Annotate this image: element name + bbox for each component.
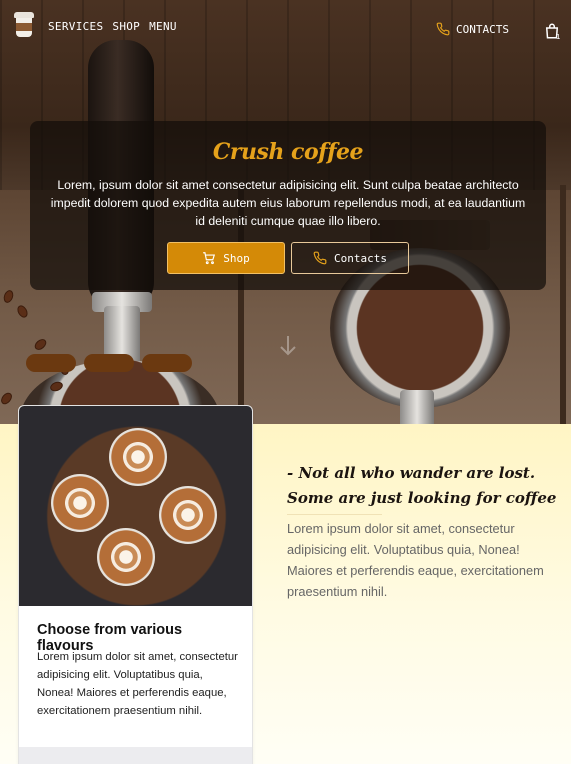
portafilter-neck-right (400, 390, 434, 424)
plank-gap (560, 185, 566, 424)
arrow-down-icon[interactable] (279, 334, 297, 356)
nav-contacts-label: CONTACTS (456, 22, 509, 36)
shop-button-label: Shop (223, 251, 250, 265)
feature-quote: - Not all who wander are lost. Some are … (287, 464, 557, 507)
phone-icon (313, 251, 327, 265)
contacts-button[interactable]: Contacts (291, 242, 409, 274)
latte-cup (51, 474, 109, 532)
shop-button[interactable]: Shop (167, 242, 285, 274)
hero-description: Lorem, ipsum dolor sit amet consectetur … (50, 178, 526, 228)
card-action-pill[interactable] (84, 354, 134, 372)
cart-count-badge: 1 (556, 33, 561, 41)
card-action-pill[interactable] (142, 354, 192, 372)
card-action-pill[interactable] (26, 354, 76, 372)
latte-art-image (19, 406, 252, 606)
nav-links: SERVICES SHOP MENU (48, 20, 177, 33)
contacts-button-label: Contacts (334, 251, 387, 265)
top-nav: SERVICES SHOP MENU CONTACTS 1 (0, 0, 571, 58)
latte-cup (159, 486, 217, 544)
hero-title: Crush coffee (212, 139, 364, 165)
feature-text: Lorem ipsum dolor sit amet, consectetur … (287, 521, 544, 599)
coffee-cup-logo-icon[interactable] (14, 10, 34, 38)
nav-link-menu[interactable]: MENU (149, 20, 177, 33)
hero-card: Crush coffee Lorem, ipsum dolor sit amet… (30, 121, 546, 290)
nav-link-shop[interactable]: SHOP (112, 20, 140, 33)
card-text: Lorem ipsum dolor sit amet, consectetur … (37, 651, 238, 717)
nav-contacts-link[interactable]: CONTACTS (436, 22, 509, 36)
card-footer (19, 747, 252, 764)
latte-cup (97, 528, 155, 586)
nav-link-services[interactable]: SERVICES (48, 20, 103, 33)
latte-cup (109, 428, 167, 486)
quote-divider (287, 514, 382, 515)
flavour-card: Choose from various flavours Lorem ipsum… (18, 405, 253, 764)
cart-icon (203, 252, 216, 265)
phone-icon (436, 22, 450, 36)
